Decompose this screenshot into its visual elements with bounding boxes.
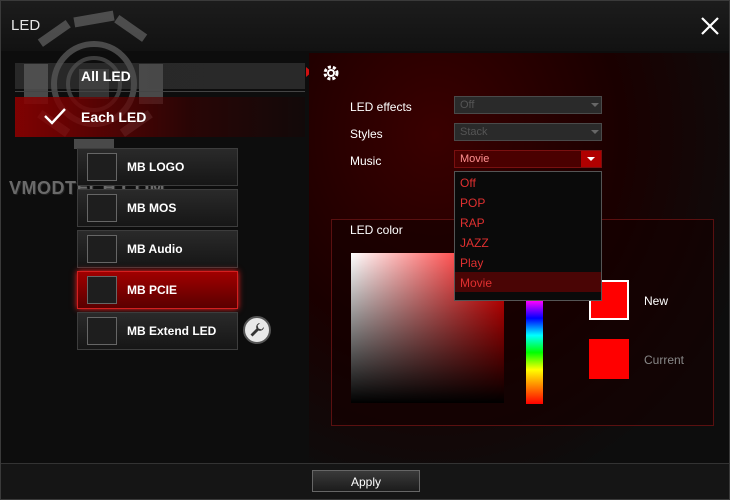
close-icon: [701, 17, 719, 35]
hue-slider[interactable]: [526, 301, 543, 404]
led-item-label: MB Audio: [127, 242, 183, 256]
music-option-pop[interactable]: POP: [455, 192, 601, 212]
led-item-mb-extend-led[interactable]: MB Extend LED: [77, 312, 238, 350]
led-item-mb-logo[interactable]: MB LOGO: [77, 148, 238, 186]
led-effects-value: Off: [460, 99, 475, 111]
gear-icon[interactable]: [321, 63, 341, 83]
music-option-play[interactable]: Play: [455, 252, 601, 272]
led-item-label: MB LOGO: [127, 160, 185, 174]
led-window: LED VMODTECH.COM All LED Each LED MB LOG…: [0, 0, 730, 500]
music-dropdown-list: Off POP RAP JAZZ Play Movie: [454, 171, 602, 301]
close-button[interactable]: [697, 13, 723, 39]
chevron-down-icon: [591, 103, 599, 107]
led-item-mb-mos[interactable]: MB MOS: [77, 189, 238, 227]
led-item-label: MB MOS: [127, 201, 177, 215]
extend-led-settings-button[interactable]: [243, 316, 271, 344]
nav-each-led[interactable]: Each LED: [15, 97, 305, 137]
led-item-mb-audio[interactable]: MB Audio: [77, 230, 238, 268]
styles-label: Styles: [350, 127, 383, 141]
nav-all-led[interactable]: All LED: [15, 63, 305, 89]
current-color-label: Current: [644, 353, 685, 367]
led-effects-label: LED effects: [350, 100, 412, 114]
chevron-down-icon: [591, 130, 599, 134]
music-option-movie[interactable]: Movie: [455, 272, 601, 292]
music-option-jazz[interactable]: JAZZ: [455, 232, 601, 252]
led-item-label: MB Extend LED: [127, 324, 217, 338]
led-item-label: MB PCIE: [127, 283, 178, 297]
music-option-rap[interactable]: RAP: [455, 212, 601, 232]
styles-select[interactable]: Stack: [454, 123, 602, 141]
board-thumbnail-icon: [87, 153, 117, 181]
new-color-label: New: [644, 294, 669, 308]
board-thumbnail-icon: [87, 317, 117, 345]
board-thumbnail-icon: [87, 276, 117, 304]
chevron-down-icon[interactable]: [581, 151, 601, 167]
wrench-icon: [250, 323, 264, 337]
current-color-swatch: [589, 339, 629, 379]
board-thumbnail-icon: [87, 235, 117, 263]
led-color-title: LED color: [350, 223, 403, 237]
styles-value: Stack: [460, 126, 488, 138]
led-effects-select[interactable]: Off: [454, 96, 602, 114]
checkmark-icon: [44, 108, 66, 125]
nav-all-led-label: All LED: [81, 68, 131, 84]
nav-each-led-label: Each LED: [81, 109, 147, 125]
nav-separator: [15, 91, 305, 92]
music-value: Movie: [460, 153, 490, 165]
music-label: Music: [350, 154, 382, 168]
music-select[interactable]: Movie: [454, 150, 602, 168]
music-option-off[interactable]: Off: [455, 172, 601, 192]
led-item-mb-pcie[interactable]: MB PCIE: [77, 271, 238, 309]
apply-button[interactable]: Apply: [312, 470, 420, 492]
board-thumbnail-icon: [87, 194, 117, 222]
